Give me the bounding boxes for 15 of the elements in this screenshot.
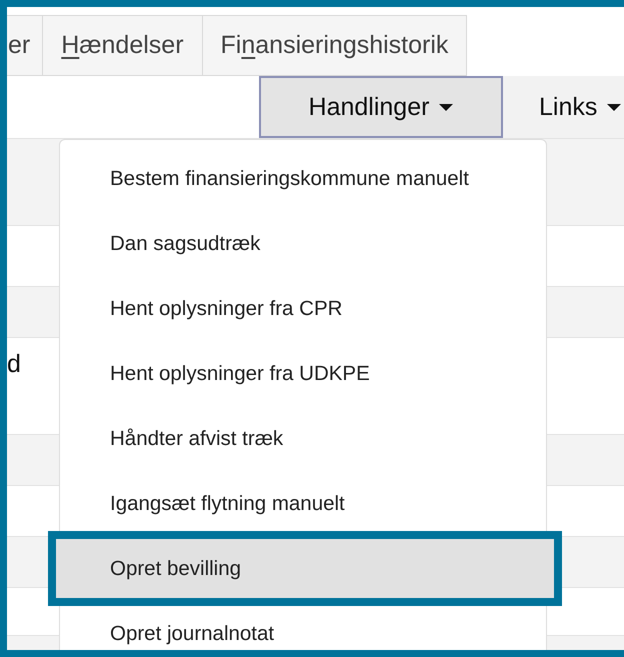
actions-button[interactable]: Handlinger xyxy=(259,76,503,138)
menu-item[interactable]: Bestem finansieringskommune manuelt xyxy=(60,146,546,211)
menu-item[interactable]: Opret bevilling xyxy=(56,539,554,598)
menu-item[interactable]: Dan sagsudtræk xyxy=(60,211,546,276)
menu-item[interactable]: Opret journalnotat xyxy=(60,601,546,650)
menu-item[interactable]: Håndter afvist træk xyxy=(60,406,546,471)
caret-icon xyxy=(439,104,454,110)
tab[interactable]: er xyxy=(7,15,44,76)
tab[interactable]: Hændelser xyxy=(43,15,203,76)
menu-item[interactable]: Igangsæt flytning manuelt xyxy=(60,471,546,536)
menu-item[interactable]: Hent oplysninger fra CPR xyxy=(60,276,546,341)
menu-item[interactable]: Hent oplysninger fra UDKPE xyxy=(60,341,546,406)
table-cell: d xyxy=(7,350,21,379)
tab[interactable]: Finansieringshistorik xyxy=(202,15,468,76)
caret-icon xyxy=(607,104,622,110)
